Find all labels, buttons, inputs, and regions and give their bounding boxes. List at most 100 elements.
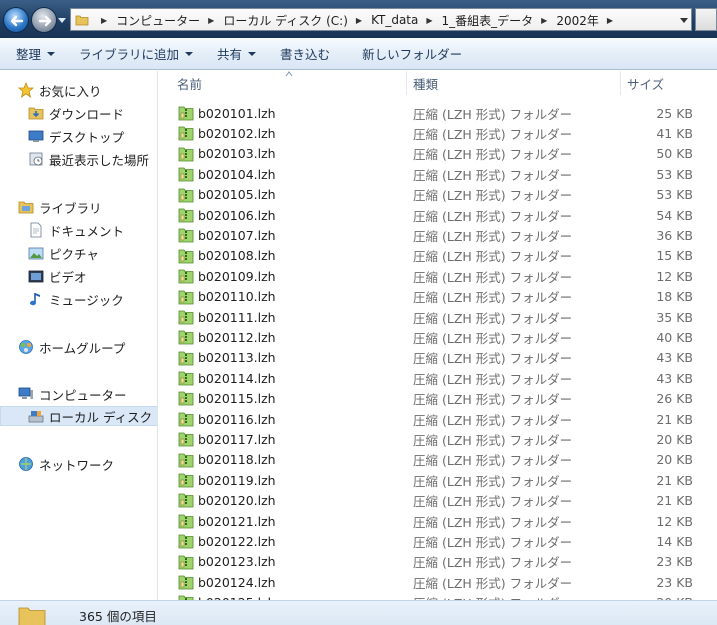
file-name: b020105.lzh [198,187,276,203]
folder-icon [75,15,89,26]
file-row[interactable]: b020101.lzh 圧縮 (LZH 形式) フォルダー 25 KB [158,103,717,123]
nav-music[interactable]: ミュージック [28,289,124,309]
file-size: 12 KB [656,513,693,529]
file-row[interactable]: b020110.lzh 圧縮 (LZH 形式) フォルダー 18 KB [158,287,717,307]
nav-recent-places[interactable]: 最近表示した場所 [28,149,149,169]
compressed-folder-icon [178,492,194,508]
computer-icon [18,387,33,399]
compressed-folder-icon [178,289,194,305]
file-size: 20 KB [656,452,693,468]
recent-pages-dropdown-icon[interactable] [58,16,66,24]
compressed-folder-icon [178,166,194,182]
file-row[interactable]: b020115.lzh 圧縮 (LZH 形式) フォルダー 26 KB [158,388,717,408]
file-type: 圧縮 (LZH 形式) フォルダー [413,534,573,550]
document-icon [30,222,42,238]
breadcrumb-2002[interactable]: 2002年 [556,12,599,29]
file-row[interactable]: b020123.lzh 圧縮 (LZH 形式) フォルダー 23 KB [158,552,717,572]
breadcrumb-separator-icon[interactable]: ▶ [607,16,613,25]
breadcrumb-separator-icon[interactable]: ▶ [541,16,547,25]
file-type: 圧縮 (LZH 形式) フォルダー [413,494,573,510]
file-row[interactable]: b020125.lzh圧縮 (LZH 形式) フォルダー20 KB [158,592,717,600]
file-type: 圧縮 (LZH 形式) フォルダー [413,514,573,530]
column-header-name[interactable]: 名前 [158,71,407,95]
file-row[interactable]: b020119.lzh 圧縮 (LZH 形式) フォルダー 21 KB [158,470,717,490]
file-name: b020124.lzh [198,574,276,590]
nav-documents[interactable]: ドキュメント [28,220,124,240]
file-name: b020111.lzh [198,309,276,325]
nav-libraries[interactable]: ライブラリ [18,197,102,217]
nav-computer[interactable]: コンピューター [18,384,127,404]
nav-videos[interactable]: ビデオ [28,266,87,286]
nav-desktop[interactable]: デスクトップ [28,126,124,146]
breadcrumb-computer[interactable]: コンピューター [116,12,200,29]
compressed-folder-icon [178,125,194,141]
file-row[interactable]: b020124.lzh 圧縮 (LZH 形式) フォルダー 23 KB [158,572,717,592]
burn-button[interactable]: 書き込む [280,44,330,63]
file-name: b020108.lzh [198,248,276,264]
nav-pictures-label: ピクチャ [49,246,99,262]
nav-network-label: ネットワーク [39,457,115,473]
file-type: 圧縮 (LZH 形式) フォルダー [413,147,573,163]
download-folder-icon [28,107,44,120]
organize-button[interactable]: 整理 [16,44,56,63]
file-row[interactable]: b020106.lzh 圧縮 (LZH 形式) フォルダー 54 KB [158,205,717,225]
breadcrumb-program-data[interactable]: 1_番組表_データ [442,12,534,29]
file-name: b020112.lzh [198,329,276,345]
column-header-size[interactable]: サイズ [621,71,717,95]
forward-button[interactable] [31,7,57,33]
file-row[interactable]: b020113.lzh 圧縮 (LZH 形式) フォルダー 43 KB [158,348,717,368]
nav-pictures[interactable]: ピクチャ [28,243,99,263]
file-row[interactable]: b020104.lzh 圧縮 (LZH 形式) フォルダー 53 KB [158,164,717,184]
file-row[interactable]: b020118.lzh 圧縮 (LZH 形式) フォルダー 20 KB [158,450,717,470]
address-field[interactable]: ▶ コンピューター ▶ ローカル ディスク (C:) ▶ KT_data ▶ 1… [70,8,692,31]
share-button[interactable]: 共有 [217,44,257,63]
file-size: 50 KB [656,146,693,162]
file-row[interactable]: b020116.lzh 圧縮 (LZH 形式) フォルダー 21 KB [158,409,717,429]
file-row[interactable]: b020107.lzh 圧縮 (LZH 形式) フォルダー 36 KB [158,225,717,245]
file-name: b020107.lzh [198,228,276,244]
nav-downloads[interactable]: ダウンロード [28,103,124,123]
compressed-folder-icon [178,431,194,447]
back-button[interactable] [3,7,29,33]
new-folder-button[interactable]: 新しいフォルダー [362,44,462,63]
nav-favorites[interactable]: お気に入り [18,80,102,100]
file-type: 圧縮 (LZH 形式) フォルダー [413,330,573,346]
nav-recent-places-label: 最近表示した場所 [49,152,150,168]
file-row[interactable]: b020105.lzh 圧縮 (LZH 形式) フォルダー 53 KB [158,185,717,205]
breadcrumb-local-disk[interactable]: ローカル ディスク (C:) [223,12,348,29]
breadcrumb-separator-icon[interactable]: ▶ [356,16,362,25]
file-type: 圧縮 (LZH 形式) フォルダー [413,290,573,306]
nav-music-label: ミュージック [49,292,124,308]
file-row[interactable]: b020102.lzh 圧縮 (LZH 形式) フォルダー 41 KB [158,123,717,143]
breadcrumb-separator-icon[interactable]: ▶ [101,16,107,25]
file-row[interactable]: b020120.lzh 圧縮 (LZH 形式) フォルダー 21 KB [158,490,717,510]
picture-icon [28,247,44,260]
file-row[interactable]: b020112.lzh 圧縮 (LZH 形式) フォルダー 40 KB [158,327,717,347]
file-row[interactable]: b020121.lzh 圧縮 (LZH 形式) フォルダー 12 KB [158,511,717,531]
file-type: 圧縮 (LZH 形式) フォルダー [413,453,573,469]
breadcrumb-kt-data[interactable]: KT_data [371,13,418,27]
nav-local-disk[interactable]: ローカル ディスク (C:) [0,406,157,426]
file-row[interactable]: b020114.lzh 圧縮 (LZH 形式) フォルダー 43 KB [158,368,717,388]
breadcrumb-separator-icon[interactable]: ▶ [208,16,214,25]
refresh-button[interactable] [695,8,717,31]
navigation-pane: お気に入り ダウンロード デスクトップ 最近表示した場所 ライブラリ ドキュメン… [0,71,158,600]
file-row[interactable]: b020117.lzh 圧縮 (LZH 形式) フォルダー 20 KB [158,429,717,449]
file-row[interactable]: b020109.lzh 圧縮 (LZH 形式) フォルダー 12 KB [158,266,717,286]
file-type: 圧縮 (LZH 形式) フォルダー [413,310,573,326]
nav-local-disk-label: ローカル ディスク (C:) [49,409,157,425]
chevron-down-icon [248,51,257,56]
add-to-library-button[interactable]: ライブラリに追加 [79,44,194,63]
file-row[interactable]: b020122.lzh 圧縮 (LZH 形式) フォルダー 14 KB [158,531,717,551]
homegroup-icon [19,340,33,354]
breadcrumb-separator-icon[interactable]: ▶ [426,16,432,25]
address-dropdown-icon[interactable] [680,16,688,24]
nav-homegroup-label: ホームグループ [39,340,126,356]
nav-homegroup[interactable]: ホームグループ [18,337,125,357]
file-row[interactable]: b020108.lzh 圧縮 (LZH 形式) フォルダー 15 KB [158,246,717,266]
file-row[interactable]: b020111.lzh 圧縮 (LZH 形式) フォルダー 35 KB [158,307,717,327]
file-size: 23 KB [656,574,693,590]
column-header-type[interactable]: 種類 [407,71,621,95]
file-row[interactable]: b020103.lzh 圧縮 (LZH 形式) フォルダー 50 KB [158,144,717,164]
nav-network[interactable]: ネットワーク [18,454,114,474]
